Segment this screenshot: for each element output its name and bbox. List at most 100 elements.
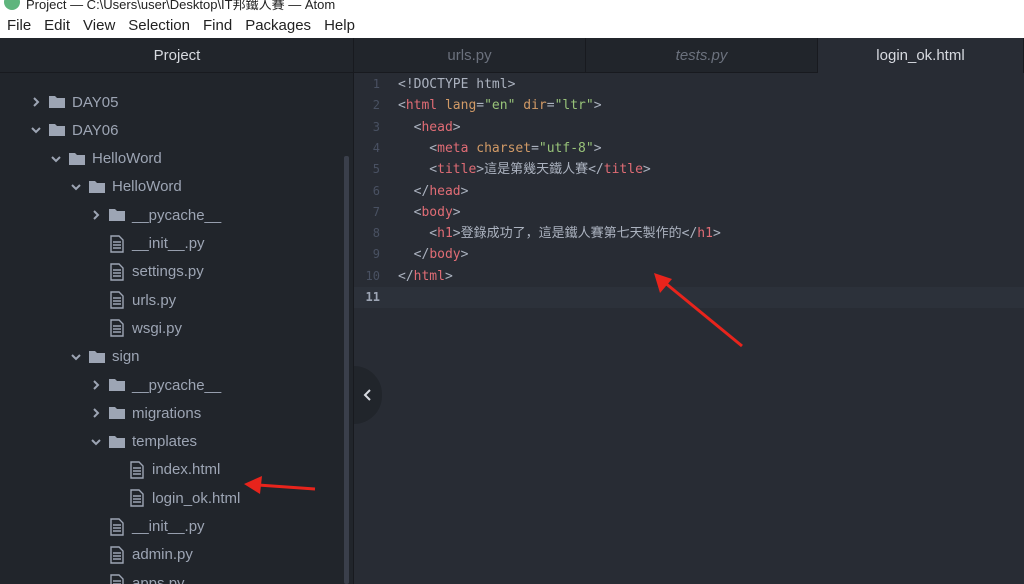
folder-icon: [88, 178, 106, 196]
chevron-right-icon[interactable]: [88, 405, 104, 421]
tab-urls-py[interactable]: urls.py: [354, 38, 586, 73]
folder-icon: [108, 404, 126, 422]
code-line[interactable]: 8 <h1>登錄成功了，這是鐵人賽第七天製作的</h1>: [354, 223, 1024, 244]
project-sidebar: Project DAY05 DAY06 HelloWord HelloWord __py…: [0, 38, 354, 584]
code-token: >: [712, 226, 721, 242]
tab-bar: urls.py tests.py login_ok.html: [354, 38, 1024, 74]
tab-tests-py[interactable]: tests.py: [586, 38, 818, 73]
code-text: </html>: [398, 266, 453, 287]
code-token: lang: [444, 98, 477, 114]
line-number: 6: [372, 183, 380, 198]
sidebar-scrollbar[interactable]: [344, 156, 349, 584]
chevron-right-icon[interactable]: [28, 94, 44, 110]
folder-icon: [108, 433, 126, 451]
chevron-down-icon[interactable]: [68, 349, 84, 365]
chevron-down-icon[interactable]: [48, 151, 64, 167]
code-line[interactable]: 5 <title>這是第幾天鐵人賽</title>: [354, 159, 1024, 180]
chevron-right-icon[interactable]: [88, 377, 104, 393]
code-line[interactable]: 2 <html lang="en" dir="ltr">: [354, 95, 1024, 116]
menu-selection[interactable]: Selection: [123, 14, 195, 38]
code-text: </head>: [398, 181, 469, 202]
tree-file[interactable]: urls.py: [108, 286, 176, 314]
code-token: body: [429, 247, 461, 263]
tree-file[interactable]: admin.py: [108, 541, 193, 569]
code-token: =: [531, 140, 539, 156]
code-text: <head>: [398, 117, 461, 138]
code-token: >登錄成功了，這是鐵人賽第七天製作的</: [452, 226, 698, 242]
code-line[interactable]: 3 <head>: [354, 117, 1024, 138]
menu-file[interactable]: File: [2, 14, 36, 38]
tree-item-label: urls.py: [132, 291, 177, 309]
menu-find[interactable]: Find: [198, 14, 237, 38]
tree-file[interactable]: __init__.py: [108, 513, 205, 541]
menu-bar: File Edit View Selection Find Packages Help: [0, 14, 1024, 38]
tree-item-label: HelloWord: [112, 178, 182, 196]
code-token: meta: [437, 140, 469, 156]
code-token: >: [593, 98, 602, 114]
tree-file[interactable]: __init__.py: [108, 230, 205, 258]
code-token: title: [603, 162, 643, 178]
code-token: >: [452, 119, 461, 135]
tree-folder[interactable]: migrations: [88, 399, 201, 427]
tree-item-label: apps.py: [132, 574, 185, 584]
line-number: 2: [372, 98, 380, 113]
code-token: >這是第幾天鐵人賽</: [476, 162, 604, 178]
code-line[interactable]: 11: [354, 287, 1024, 308]
tree-folder[interactable]: DAY05: [28, 88, 118, 116]
chevron-down-icon[interactable]: [88, 434, 104, 450]
code-line[interactable]: 1 <!DOCTYPE html>: [354, 74, 1024, 95]
menu-help[interactable]: Help: [319, 14, 360, 38]
chevron-right-icon[interactable]: [88, 207, 104, 223]
menu-edit[interactable]: Edit: [39, 14, 75, 38]
tree-file[interactable]: settings.py: [108, 258, 204, 286]
line-number: 3: [372, 119, 380, 134]
chevron-down-icon[interactable]: [68, 179, 84, 195]
folder-icon: [88, 348, 106, 366]
tree-item-label: login_ok.html: [152, 489, 241, 507]
code-line[interactable]: 9 </body>: [354, 244, 1024, 265]
code-token: title: [437, 162, 477, 178]
tree-file[interactable]: index.html: [128, 456, 220, 484]
tree-folder[interactable]: sign: [68, 343, 140, 371]
tree-folder[interactable]: DAY06: [28, 116, 118, 144]
tree-folder[interactable]: HelloWord: [48, 145, 162, 173]
code-line[interactable]: 6 </head>: [354, 181, 1024, 202]
menu-packages[interactable]: Packages: [240, 14, 316, 38]
tree-folder[interactable]: HelloWord: [68, 173, 182, 201]
tree-item-label: wsgi.py: [132, 319, 183, 337]
tree-file[interactable]: apps.py: [108, 569, 185, 584]
code-token: charset: [476, 140, 532, 156]
tree-folder[interactable]: __pycache__: [88, 201, 221, 229]
line-number: 7: [372, 204, 380, 219]
folder-icon: [108, 376, 126, 394]
menu-view[interactable]: View: [78, 14, 120, 38]
tab-login-ok-html[interactable]: login_ok.html: [818, 38, 1024, 74]
tree-folder[interactable]: templates: [88, 428, 197, 456]
code-token: <: [398, 162, 438, 178]
tree-file[interactable]: wsgi.py: [108, 314, 182, 342]
file-text-icon: [108, 319, 126, 338]
tree-item-label: admin.py: [132, 546, 193, 564]
tree-file[interactable]: login_ok.html: [128, 484, 240, 512]
tree-item-label: __pycache__: [132, 376, 222, 394]
line-number: 9: [372, 247, 380, 262]
code-token: <: [398, 119, 422, 135]
file-text-icon: [108, 263, 126, 281]
code-line[interactable]: 4 <meta charset="utf-8">: [354, 138, 1024, 159]
code-editor[interactable]: 1 <!DOCTYPE html> 2 <html lang="en" dir="lt…: [354, 73, 1024, 584]
code-line[interactable]: 10 </html>: [354, 266, 1024, 287]
tree-item-label: migrations: [132, 404, 202, 422]
tree-item-label: templates: [132, 433, 198, 451]
tree-item-label: __pycache__: [132, 206, 222, 224]
tree-item-label: index.html: [152, 461, 221, 479]
tree-folder[interactable]: __pycache__: [88, 371, 221, 399]
chevron-down-icon[interactable]: [28, 122, 44, 138]
code-text: <h1>登錄成功了，這是鐵人賽第七天製作的</h1>: [398, 223, 721, 244]
code-token: </: [398, 268, 414, 284]
tree-item-label: __init__.py: [132, 518, 205, 535]
line-number: 10: [365, 268, 380, 283]
code-token: body: [421, 204, 453, 220]
code-line[interactable]: 7 <body>: [354, 202, 1024, 223]
atom-app-icon: [4, 0, 20, 10]
code-token: "utf-8": [538, 140, 594, 156]
